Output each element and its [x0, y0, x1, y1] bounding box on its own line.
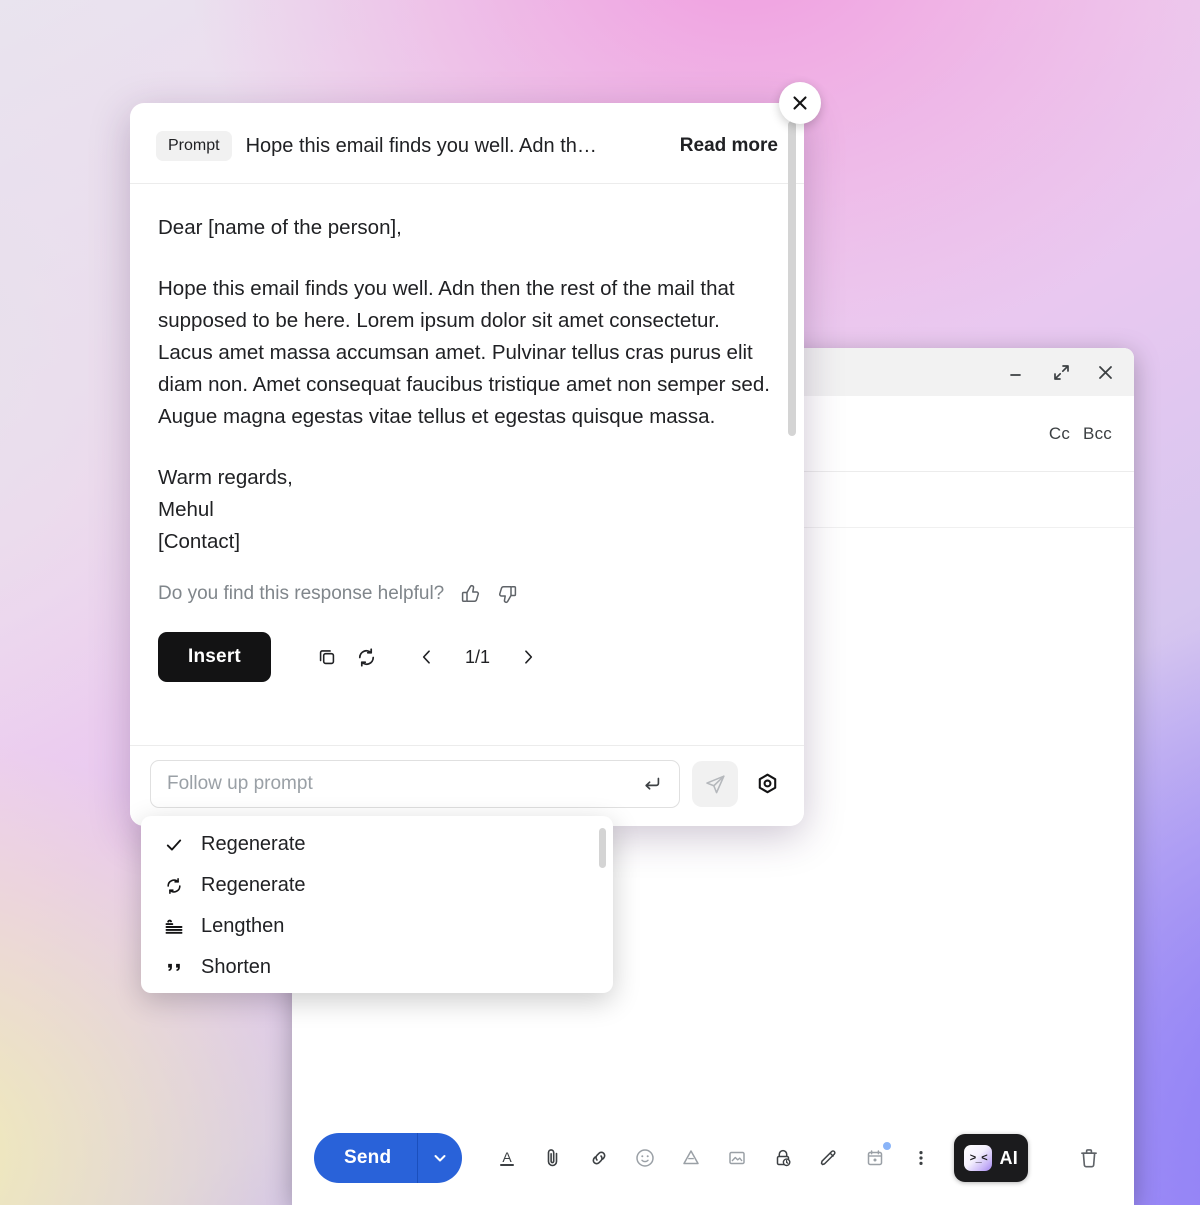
ai-actions-row: Insert 1/1 — [158, 606, 778, 708]
followup-prompt-input[interactable] — [167, 773, 641, 795]
menu-item-label: Lengthen — [201, 915, 285, 937]
attach-file-icon[interactable] — [530, 1135, 576, 1181]
response-pager: 1/1 — [407, 637, 548, 677]
response-body: Hope this email finds you well. Adn then… — [158, 277, 770, 428]
prompt-bar: Prompt Hope this email finds you well. A… — [130, 103, 804, 184]
signature-icon[interactable] — [806, 1135, 852, 1181]
send-options-caret-icon[interactable] — [418, 1133, 462, 1183]
close-icon[interactable] — [1092, 359, 1118, 385]
close-icon[interactable] — [779, 82, 821, 124]
thumbs-down-icon[interactable] — [496, 582, 520, 606]
feedback-row: Do you find this response helpful? — [158, 582, 778, 606]
response-greeting: Dear [name of the person], — [158, 216, 402, 239]
followup-input-wrapper[interactable] — [150, 760, 680, 808]
confidential-mode-icon[interactable] — [760, 1135, 806, 1181]
ai-face-icon: >_< — [964, 1145, 993, 1171]
send-button-label: Send — [344, 1147, 392, 1168]
thumbs-up-icon[interactable] — [458, 582, 482, 606]
copy-icon[interactable] — [307, 637, 347, 677]
regenerate-icon[interactable] — [347, 637, 387, 677]
cc-link[interactable]: Cc — [1049, 424, 1070, 444]
response-signer: Mehul — [158, 498, 214, 521]
send-button[interactable]: Send — [314, 1133, 463, 1183]
response-closing: Warm regards, — [158, 466, 293, 489]
prompt-preview-text: Hope this email finds you well. Adn th… — [245, 134, 597, 157]
menu-item-label: Shorten — [201, 956, 272, 978]
send-plane-icon[interactable] — [692, 761, 738, 807]
menu-item-regenerate-selected[interactable]: Regenerate — [141, 824, 613, 865]
response-contact: [Contact] — [158, 530, 241, 553]
schedule-send-badge — [883, 1142, 892, 1150]
page-counter: 1/1 — [464, 646, 490, 667]
menu-item-regenerate[interactable]: Regenerate — [141, 865, 613, 906]
lengthen-icon — [163, 917, 185, 937]
followup-bar — [130, 745, 804, 826]
feedback-label: Do you find this response helpful? — [158, 583, 445, 604]
shorten-quote-icon — [163, 958, 185, 978]
insert-photo-icon[interactable] — [714, 1135, 760, 1181]
insert-drive-icon[interactable] — [668, 1135, 714, 1181]
ai-button-label: AI — [999, 1147, 1019, 1168]
formatting-options-icon[interactable]: A — [484, 1135, 530, 1181]
prompt-badge: Prompt — [156, 131, 232, 161]
panel-scrollbar[interactable] — [788, 121, 796, 436]
ai-assistant-button[interactable]: >_< AI — [954, 1134, 1029, 1182]
response-signature: Warm regards, Mehul [Contact] — [158, 462, 778, 558]
trash-icon[interactable] — [1066, 1135, 1112, 1181]
schedule-send-icon[interactable] — [852, 1135, 898, 1181]
expand-icon[interactable] — [1048, 359, 1074, 385]
minimize-icon[interactable] — [1004, 359, 1030, 385]
insert-button[interactable]: Insert — [158, 632, 271, 682]
menu-item-shorten[interactable]: Shorten — [141, 947, 613, 988]
dropdown-scrollbar[interactable] — [599, 828, 606, 868]
refresh-icon — [163, 876, 185, 896]
ai-assistant-panel: Prompt Hope this email finds you well. A… — [130, 103, 804, 826]
settings-hex-icon[interactable] — [750, 761, 784, 807]
menu-item-label: Regenerate — [201, 874, 306, 896]
more-options-icon[interactable] — [898, 1135, 944, 1181]
check-icon — [163, 835, 185, 855]
svg-text:A: A — [503, 1149, 513, 1165]
read-more-link[interactable]: Read more — [680, 135, 778, 157]
enter-return-icon[interactable] — [641, 773, 663, 795]
compose-toolbar: Send A >_< AI — [292, 1111, 1134, 1205]
menu-item-lengthen[interactable]: Lengthen — [141, 906, 613, 947]
chevron-left-icon[interactable] — [407, 637, 447, 677]
chevron-right-icon[interactable] — [508, 637, 548, 677]
insert-link-icon[interactable] — [576, 1135, 622, 1181]
prompt-actions-dropdown: Regenerate Regenerate Lengthen Shorten — [141, 816, 613, 993]
menu-item-label: Regenerate — [201, 833, 306, 855]
ai-response-content: Dear [name of the person], Hope this ema… — [130, 184, 804, 708]
insert-emoji-icon[interactable] — [622, 1135, 668, 1181]
bcc-link[interactable]: Bcc — [1083, 424, 1112, 444]
cc-bcc-group: Cc Bcc — [1049, 424, 1112, 444]
compose-tool-icons: A >_< AI — [484, 1134, 1066, 1182]
